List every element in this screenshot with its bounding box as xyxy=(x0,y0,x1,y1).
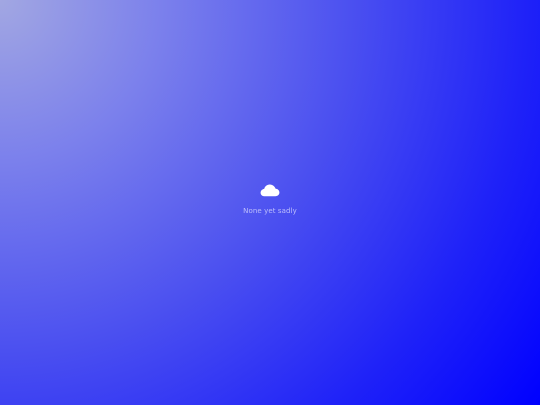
empty-state: None yet sadly xyxy=(210,183,330,216)
empty-state-message: None yet sadly xyxy=(243,207,297,215)
cloud-icon xyxy=(260,184,280,197)
app-background: None yet sadly xyxy=(0,0,540,405)
